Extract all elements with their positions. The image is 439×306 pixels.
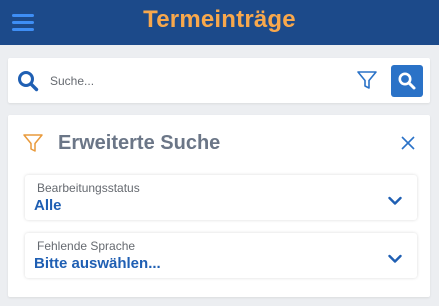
search-input[interactable] <box>50 71 330 91</box>
close-icon[interactable] <box>400 135 416 151</box>
search-button[interactable] <box>391 65 423 97</box>
chevron-down-icon <box>388 251 402 263</box>
status-select-label: Bearbeitungsstatus <box>37 181 140 195</box>
search-bar <box>8 58 430 103</box>
status-select-value: Alle <box>34 197 62 214</box>
chevron-down-icon <box>388 193 402 205</box>
funnel-icon <box>22 132 44 154</box>
search-icon <box>16 69 40 93</box>
page-title: Termeinträge <box>143 6 296 33</box>
status-select[interactable]: Bearbeitungsstatus Alle <box>25 175 417 220</box>
search-button-icon <box>398 72 416 90</box>
missing-language-select[interactable]: Fehlende Sprache Bitte auswählen... <box>25 233 417 278</box>
advanced-search-title: Erweiterte Suche <box>58 132 221 154</box>
advanced-search-panel: Erweiterte Suche Bearbeitungsstatus Alle… <box>8 115 430 297</box>
filter-toggle-icon[interactable] <box>355 68 379 92</box>
app-header: Termeinträge <box>0 0 439 45</box>
missing-language-select-label: Fehlende Sprache <box>37 239 136 253</box>
missing-language-select-value: Bitte auswählen... <box>34 255 161 272</box>
